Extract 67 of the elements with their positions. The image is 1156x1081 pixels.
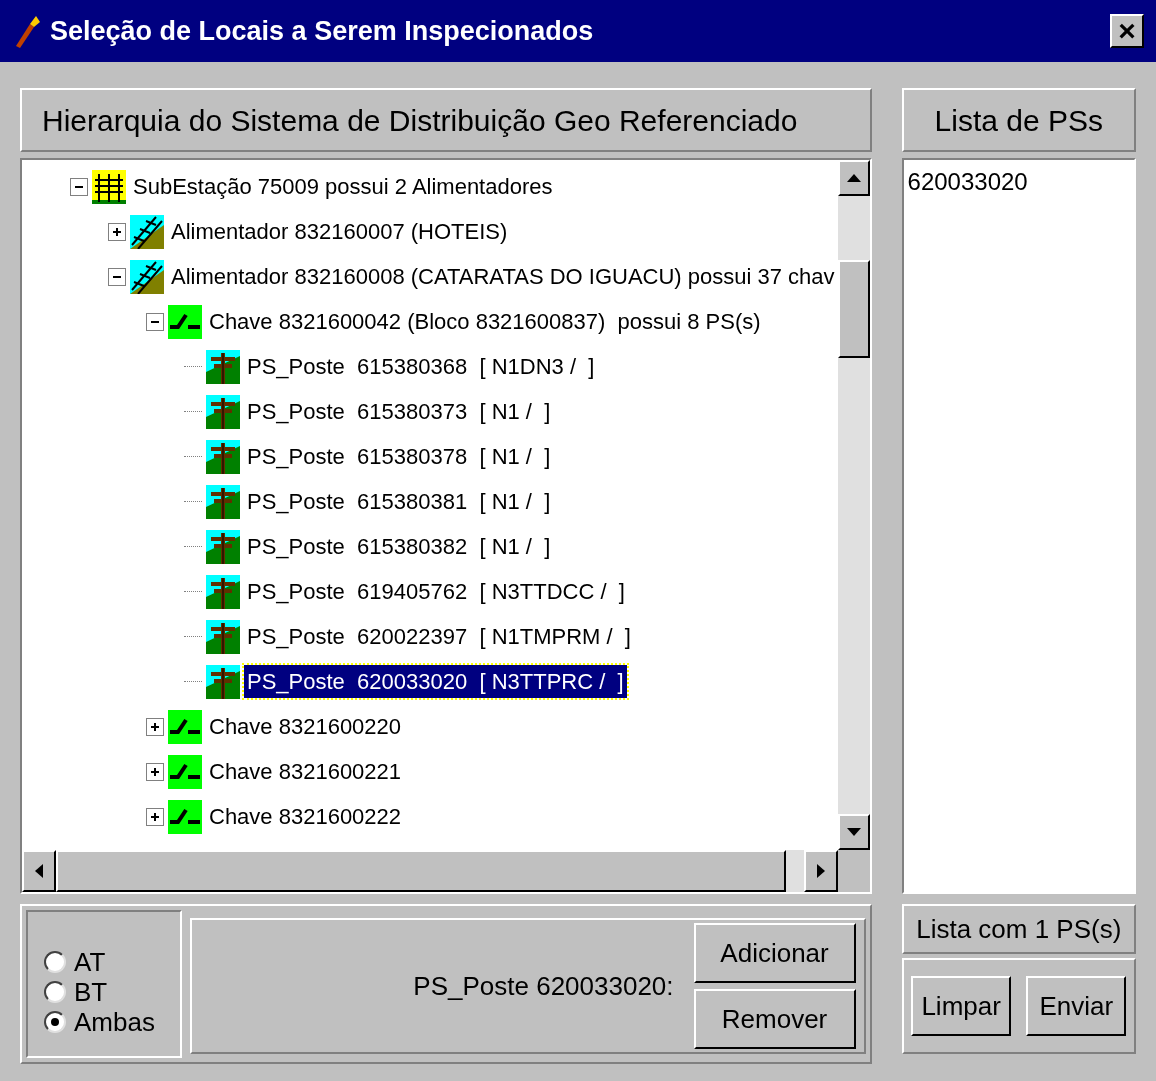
list-count: Lista com 1 PS(s) (901, 904, 1136, 954)
substation-towers-icon (92, 169, 126, 204)
right-arrow-icon (816, 864, 825, 878)
scroll-down-button[interactable] (837, 814, 870, 850)
expand-toggle[interactable] (146, 717, 164, 736)
scrollbar-corner (837, 850, 870, 892)
collapse-toggle[interactable] (108, 267, 126, 286)
tree-item[interactable]: Alimentador 832160007 (HOTEIS) (168, 215, 511, 248)
radio-button[interactable] (44, 981, 66, 1003)
tree-item[interactable]: PS_Poste 619405762 [ N3TTDCC / ] (244, 575, 628, 608)
plus-icon (112, 226, 122, 237)
utility-pole-icon (206, 664, 240, 699)
tree-item[interactable]: Chave 8321600220 (206, 710, 405, 743)
tree-item[interactable]: Chave 8321600042 (Bloco 8321600837) possui 8 PS(s) (206, 305, 764, 338)
plus-icon (150, 721, 160, 732)
selection-label: PS_Poste 620033020: (413, 969, 674, 1003)
tree-item[interactable]: PS_Poste 615380368 [ N1DN3 / ] (244, 350, 598, 383)
vertical-scrollbar[interactable] (837, 160, 870, 850)
down-arrow-icon (846, 828, 861, 836)
tree-item[interactable]: PS_Poste 615380381 [ N1 / ] (244, 485, 554, 518)
scroll-thumb[interactable] (837, 260, 870, 358)
utility-pole-icon (206, 619, 240, 654)
tree-item[interactable]: PS_Poste 615380378 [ N1 / ] (244, 440, 554, 473)
action-button[interactable]: Adicionar (693, 923, 856, 983)
switch-icon (168, 709, 202, 744)
power-line-icon (130, 214, 164, 249)
tree-item[interactable]: PS_Poste 620033020 [ N3TTPRC / ] (244, 665, 627, 698)
tree-item[interactable]: Alimentador 832160008 (CATARATAS DO IGUACU) possui 37 chav (168, 260, 838, 293)
radio-button[interactable] (44, 1011, 66, 1033)
switch-icon (168, 754, 202, 789)
tree-item[interactable]: PS_Poste 615380382 [ N1 / ] (244, 530, 554, 563)
expand-toggle[interactable] (146, 762, 164, 781)
switch-icon (168, 799, 202, 834)
panel-header: Lista de PSs (901, 88, 1136, 152)
utility-pole-icon (206, 529, 240, 564)
utility-pole-icon (206, 574, 240, 609)
action-button[interactable]: Enviar (1026, 976, 1127, 1036)
expand-toggle[interactable] (108, 222, 126, 241)
panel-header: Hierarquia do Sistema de Distribuição Geo Referenciado (20, 88, 872, 152)
tree-item[interactable]: PS_Poste 615380373 [ N1 / ] (244, 395, 554, 428)
utility-pole-icon (206, 439, 240, 474)
collapse-toggle[interactable] (146, 312, 164, 331)
ps-list[interactable]: 620033020 (901, 158, 1136, 894)
utility-pole-icon (206, 394, 240, 429)
tree-item[interactable]: Chave 8321600222 (206, 800, 405, 833)
close-button[interactable]: × (1110, 14, 1144, 48)
tree-item[interactable]: Chave 8321600221 (206, 755, 405, 788)
plus-icon (150, 811, 160, 822)
utility-pole-icon (206, 349, 240, 384)
scroll-up-button[interactable] (837, 160, 870, 196)
action-button[interactable]: Limpar (911, 976, 1012, 1036)
expand-toggle[interactable] (146, 807, 164, 826)
scroll-left-button[interactable] (22, 850, 56, 892)
up-arrow-icon (846, 174, 861, 182)
tree-item[interactable]: SubEstação 75009 possui 2 Alimentadores (130, 170, 556, 203)
tree-item[interactable]: PS_Poste 620022397 [ N1TMPRM / ] (244, 620, 634, 653)
list-item[interactable]: 620033020 (907, 164, 1130, 200)
collapse-toggle[interactable] (70, 177, 88, 196)
radio-button[interactable] (44, 951, 66, 973)
switch-icon (168, 304, 202, 339)
action-button[interactable]: Remover (693, 989, 856, 1049)
utility-pole-icon (206, 484, 240, 519)
window-title: Seleção de Locais a Serem Inspecionados (50, 14, 595, 48)
left-arrow-icon (35, 864, 43, 878)
plus-icon (150, 766, 160, 777)
power-line-icon (130, 259, 164, 294)
scroll-right-button[interactable] (803, 850, 838, 892)
